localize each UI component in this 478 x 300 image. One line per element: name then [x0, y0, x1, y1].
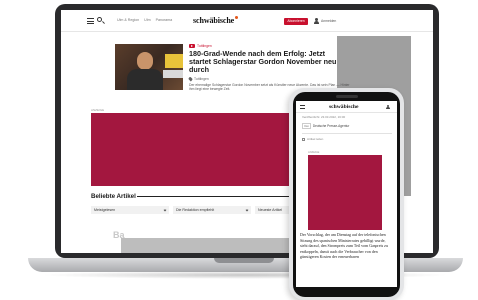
mobile-source: Von Deutsche Presse-Agentur [302, 123, 349, 129]
article-thumbnail[interactable] [115, 44, 183, 90]
menu-icon[interactable] [87, 18, 94, 24]
mobile-logo[interactable]: schwäbische [329, 104, 359, 110]
logo-dot-icon [235, 16, 239, 19]
laptop-notch [214, 258, 274, 263]
breadcrumb: Ulm & Region Ulm Panorama [117, 18, 172, 22]
mobile-user-icon[interactable] [386, 105, 390, 110]
thumbnail-sign [165, 54, 183, 68]
chevron-down-icon [163, 208, 167, 212]
chevron-down-icon [245, 208, 249, 212]
mobile-share-label: Artikel teilen [307, 137, 324, 141]
mobile-publish-date: Veröffentlicht: 23.03.2022, 16:00 [302, 115, 346, 119]
site-logo-text: schwäbische [193, 16, 235, 25]
breadcrumb-item[interactable]: Ulm & Region [117, 18, 139, 22]
subscribe-button[interactable]: Abonnieren [284, 18, 308, 25]
mobile-article-body: Der Vorschlag, der am Dienstag auf der t… [300, 232, 388, 260]
mobile-source-chip: Von [302, 123, 311, 129]
mobile-header: schwäbische [296, 101, 397, 113]
site-header: Ulm & Region Ulm Panorama schwäbische Ab… [61, 10, 433, 32]
tab-recommended[interactable]: Die Redaktion empfiehlt [173, 206, 251, 214]
share-icon [302, 137, 305, 141]
search-icon[interactable] [97, 17, 102, 22]
tab-most-read[interactable]: Meistgelesen [91, 206, 169, 214]
phone-speaker [336, 95, 358, 98]
article-tag-label: Tuttlingen [197, 44, 212, 48]
tab-label: Meistgelesen [94, 208, 116, 212]
ad-label: ANZEIGE [91, 108, 105, 112]
mobile-share-tool[interactable]: Artikel teilen [302, 137, 323, 141]
breadcrumb-item[interactable]: Panorama [156, 18, 173, 22]
thumbnail-person-head [137, 52, 153, 70]
mobile-divider [302, 133, 392, 134]
login-link[interactable]: Anmelden [321, 19, 336, 23]
article-title[interactable]: 180-Grad-Wende nach dem Erfolg: Jetzt st… [189, 49, 349, 75]
phone-screen: schwäbische Veröffentlicht: 23.03.2022, … [296, 101, 397, 287]
thumbnail-person-body [127, 69, 163, 90]
tab-label: Neueste Artikel [258, 208, 283, 212]
article-location: Tuttlingen [188, 76, 209, 82]
mobile-ad-label: ANZEIGE [308, 151, 320, 154]
mobile-ad[interactable] [308, 155, 382, 230]
mobile-menu-icon[interactable] [300, 105, 305, 109]
article-location-label: Tuttlingen [194, 77, 209, 81]
tab-label: Die Redaktion empfiehlt [176, 208, 215, 212]
breadcrumb-item[interactable]: Ulm [144, 18, 150, 22]
video-icon [189, 44, 195, 48]
thumbnail-sign-secondary [163, 70, 183, 78]
article-tag[interactable]: Tuttlingen [189, 44, 212, 48]
user-icon[interactable] [314, 18, 319, 24]
location-pin-icon [188, 76, 193, 82]
device-mockup-stage: Ulm & Region Ulm Panorama schwäbische Ab… [0, 0, 478, 300]
mobile-source-label: Deutsche Presse-Agentur [312, 124, 350, 128]
popular-heading: Beliebte Artikel [91, 193, 136, 200]
site-logo[interactable]: schwäbische [193, 16, 239, 25]
